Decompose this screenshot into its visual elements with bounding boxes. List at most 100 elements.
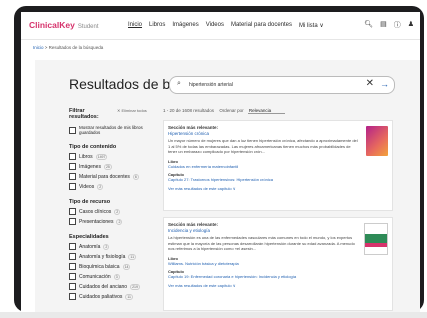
breadcrumb-home[interactable]: Inicio [33,45,44,50]
filter-count: 3 [113,273,120,280]
filter-label: Anatomía y fisiología [79,253,126,260]
filter-count: 1497 [95,153,108,160]
checkbox[interactable] [69,283,76,290]
more-results-link[interactable]: Ver más resultados de este capítulo ∨ [168,283,388,288]
filter-heading: Filtrar resultados: [69,108,99,120]
search-bar[interactable]: ⌕ hipertensión arterial ✕ → [169,76,395,94]
results-count: 1 - 20 de 1608 resultados [163,108,215,113]
book-link[interactable]: Williams. Nutrición básica y dietoterapi… [168,261,388,266]
filter-count: 11 [125,293,133,300]
laptop-base [0,312,427,318]
filter-count: 219 [130,283,140,290]
filter-cuidados-anciano[interactable]: Cuidados del anciano 219 [69,283,151,290]
book-cover-thumbnail[interactable] [364,223,388,255]
search-input[interactable]: hipertensión arterial [189,82,233,88]
more-results-link[interactable]: Ver más resultados de este capítulo ∨ [168,186,388,191]
filter-count: 11 [128,253,137,260]
sort-label: Ordenar por [219,108,244,113]
checkbox[interactable] [69,218,76,225]
clear-filters-button[interactable]: ✕ Eliminar todos [117,108,151,113]
show-saved-books-checkbox[interactable]: Mostrar resultados de mis libros guardad… [69,125,151,135]
filter-count: 2 [114,208,121,215]
checkbox[interactable] [69,173,76,180]
search-icon: ⌕ [177,80,181,87]
result-section-link[interactable]: Incidencia y etiología [168,228,388,233]
result-section-link[interactable]: Hipertensión crónica [168,131,388,136]
main-nav: Inicio Libros Imágenes Videos Material p… [128,22,324,29]
breadcrumb-current: Resultados de la búsqueda [48,45,104,50]
filter-count: 14 [122,263,131,270]
checkbox[interactable] [69,273,76,280]
checkbox[interactable] [69,253,76,260]
search-icon[interactable]: 🔍︎ [364,20,373,30]
filter-count: 2 [103,243,110,250]
search-submit-icon[interactable]: → [380,79,389,89]
filter-videos[interactable]: Videos 2 [69,183,151,190]
nav-inicio[interactable]: Inicio [128,22,142,29]
filter-anatomia[interactable]: Anatomía 2 [69,243,151,250]
resource-type-heading: Tipo de recurso [69,199,111,205]
brand-name: ClinicalKey [29,20,75,30]
chapter-link[interactable]: Capítulo 19: Enfermedad coronaria e hipe… [168,274,388,279]
chapter-link[interactable]: Capítulo 27: Trastornos hipertensivos: H… [168,177,388,182]
filter-label: Bioquímica básica [79,263,120,270]
checkbox[interactable] [69,153,76,160]
cover-band [365,243,387,247]
checkbox[interactable] [69,183,76,190]
filter-label: Casos clínicos [79,208,112,215]
filter-count: 2 [116,218,123,225]
filter-casos-clinicos[interactable]: Casos clínicos 2 [69,208,151,215]
nav-mi-lista[interactable]: Mi lista ∨ [299,22,324,29]
checkbox[interactable] [69,163,76,170]
help-icon[interactable]: ⓘ [394,20,401,30]
checkbox[interactable] [69,208,76,215]
nav-videos[interactable]: Videos [206,22,224,29]
filter-label: Videos [79,183,95,190]
header-icons: 🔍︎ ▤ ⓘ ♟ [364,20,414,30]
cover-band [365,234,387,243]
clinicalkey-logo[interactable]: ClinicalKey Student [29,20,99,30]
filter-anatomia-fisiologia[interactable]: Anatomía y fisiología 11 [69,253,151,260]
checkbox[interactable] [69,263,76,270]
checkbox[interactable] [69,243,76,250]
book-link[interactable]: Cuidados en enfermería maternoinfantil [168,164,388,169]
filter-count: 6 [132,173,139,180]
nav-imagenes[interactable]: Imágenes [172,22,198,29]
result-snippet: La hipertensión es una de las enfermedad… [168,235,355,251]
filter-bioquimica[interactable]: Bioquímica básica 14 [69,263,151,270]
book-cover-thumbnail[interactable] [366,126,388,156]
filter-sidebar: Filtrar resultados: ✕ Eliminar todos Mos… [69,108,151,303]
main-content: Resultados de búsqueda ⌕ hipertensión ar… [35,60,420,312]
filter-label: Cuidados paliativos [79,293,123,300]
filter-count: 25 [103,163,112,170]
filter-label: Presentaciones [79,218,114,225]
filter-material-docentes[interactable]: Material para docentes 6 [69,173,151,180]
checkbox[interactable] [69,293,76,300]
results-list: 1 - 20 de 1608 resultados Ordenar por Re… [163,108,410,311]
filter-label: Anatomía [79,243,101,250]
bookmark-icon[interactable]: ▤ [380,20,387,30]
filter-libros[interactable]: Libros 1497 [69,153,151,160]
filter-label: Cuidados del anciano [79,283,128,290]
specialties-heading: Especialidades [69,234,109,240]
result-label: Sección más relevante: [168,125,219,130]
filter-label: Comunicación [79,273,111,280]
checkbox[interactable] [69,126,76,134]
filter-imagenes[interactable]: Imágenes 25 [69,163,151,170]
user-icon[interactable]: ♟ [408,20,414,30]
sort-select[interactable]: Relevancia [247,108,286,114]
nav-libros[interactable]: Libros [149,22,165,29]
breadcrumb: Inicio > Resultados de la búsqueda [33,45,103,50]
clear-search-icon[interactable]: ✕ [366,78,374,89]
filter-cuidados-paliativos[interactable]: Cuidados paliativos 11 [69,293,151,300]
filter-label: Material para docentes [79,173,130,180]
filter-comunicacion[interactable]: Comunicación 3 [69,273,151,280]
content-type-heading: Tipo de contenido [69,144,117,150]
nav-material-docentes[interactable]: Material para docentes [231,22,292,29]
filter-label: Imágenes [79,163,101,170]
screen: ClinicalKey Student Inicio Libros Imágene… [21,12,420,312]
result-card: Sección más relevante: Hipertensión crón… [163,120,393,211]
result-label: Sección más relevante: [168,222,219,227]
filter-presentaciones[interactable]: Presentaciones 2 [69,218,151,225]
top-navigation-bar: ClinicalKey Student Inicio Libros Imágene… [21,12,420,40]
